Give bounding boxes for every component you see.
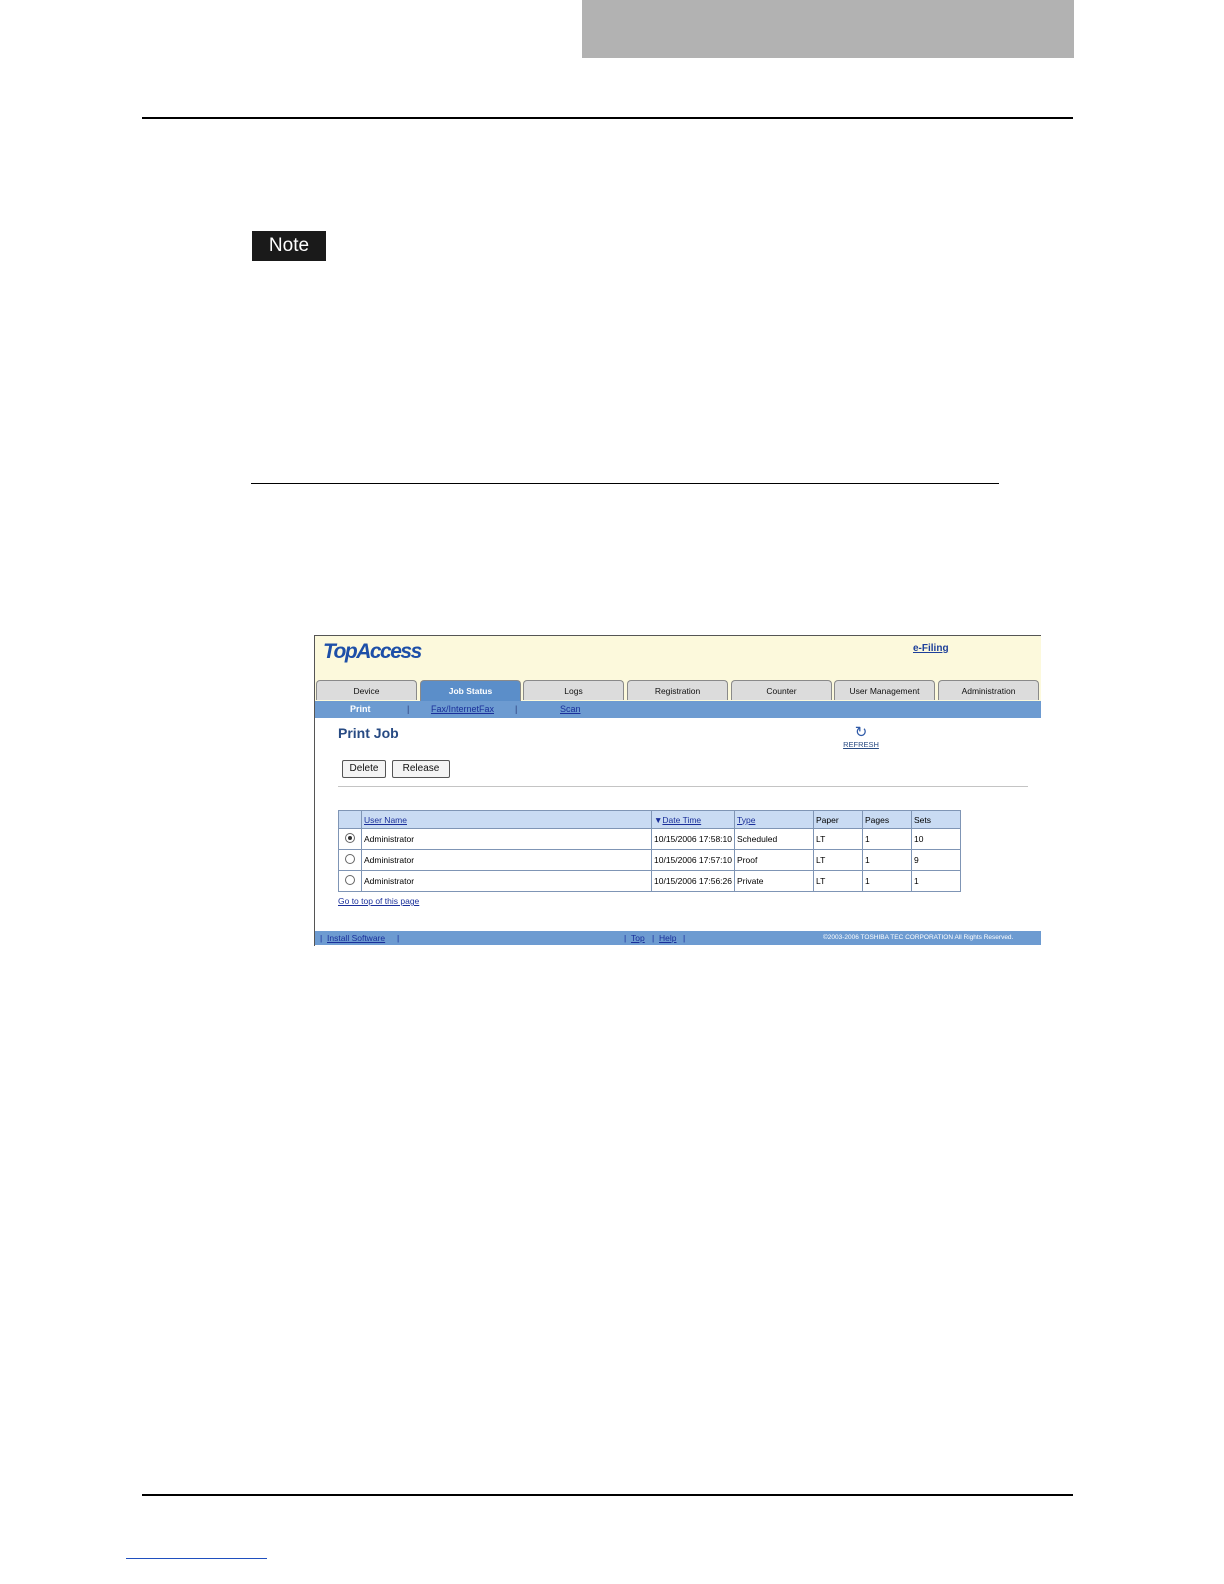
refresh-icon: ↻ xyxy=(854,724,868,741)
top-rule xyxy=(142,117,1073,119)
select-column-header xyxy=(338,810,362,829)
cell-paper: LT xyxy=(813,849,863,871)
subnav-scan[interactable]: Scan xyxy=(560,704,581,714)
delete-button[interactable]: Delete xyxy=(342,760,386,778)
refresh-button[interactable]: ↻ REFRESH xyxy=(841,724,881,749)
subnav-separator: | xyxy=(515,704,518,714)
cell-datetime: 10/15/2006 17:56:26 xyxy=(651,870,735,892)
tab-logs[interactable]: Logs xyxy=(523,680,624,700)
note-badge: Note xyxy=(252,231,326,261)
footer-separator: | xyxy=(397,933,400,943)
print-job-table: User Name ▼Date Time Type Paper Pages Se… xyxy=(338,810,961,892)
copyright-text: ©2003-2006 TOSHIBA TEC CORPORATION All R… xyxy=(823,934,1014,941)
sort-user-name-link[interactable]: User Name xyxy=(364,815,407,825)
install-software-link[interactable]: Install Software xyxy=(327,933,385,943)
subnav-fax[interactable]: Fax/InternetFax xyxy=(431,704,494,714)
cell-datetime: 10/15/2006 17:57:10 xyxy=(651,849,735,871)
sort-type-link[interactable]: Type xyxy=(737,815,755,825)
cell-paper: LT xyxy=(813,870,863,892)
cell-user: Administrator xyxy=(361,828,652,850)
row-select-cell[interactable] xyxy=(338,828,362,850)
cell-user: Administrator xyxy=(361,849,652,871)
column-header-type[interactable]: Type xyxy=(734,810,814,829)
footer-separator: | xyxy=(624,933,627,943)
row-radio[interactable] xyxy=(345,875,355,885)
cell-type: Private xyxy=(734,870,814,892)
cell-pages: 1 xyxy=(862,870,912,892)
bottom-rule xyxy=(142,1494,1073,1496)
header-grey-block xyxy=(582,0,1074,58)
sub-navigation: Print | Fax/InternetFax | Scan xyxy=(315,701,1041,718)
topaccess-logo: TopAccess xyxy=(323,640,422,663)
cell-sets: 1 xyxy=(911,870,961,892)
cell-user: Administrator xyxy=(361,870,652,892)
column-header-paper: Paper xyxy=(813,810,863,829)
footer-separator: | xyxy=(652,933,655,943)
cell-sets: 9 xyxy=(911,849,961,871)
footer-separator: | xyxy=(683,933,686,943)
content-divider xyxy=(338,786,1028,787)
footer-link-underline xyxy=(126,1558,267,1559)
section-divider xyxy=(251,483,999,484)
cell-type: Scheduled xyxy=(734,828,814,850)
row-radio[interactable] xyxy=(345,854,355,864)
cell-pages: 1 xyxy=(862,828,912,850)
table-header-row: User Name ▼Date Time Type Paper Pages Se… xyxy=(338,810,961,829)
release-button[interactable]: Release xyxy=(392,760,450,778)
column-header-pages: Pages xyxy=(862,810,912,829)
cell-sets: 10 xyxy=(911,828,961,850)
cell-paper: LT xyxy=(813,828,863,850)
banner: TopAccess e-Filing xyxy=(315,636,1041,680)
subnav-separator: | xyxy=(407,704,410,714)
row-select-cell[interactable] xyxy=(338,870,362,892)
tab-job-status[interactable]: Job Status xyxy=(420,680,521,702)
tab-device[interactable]: Device xyxy=(316,680,417,700)
sort-date-time-link[interactable]: Date Time xyxy=(662,815,701,825)
table-row[interactable]: Administrator 10/15/2006 17:56:26 Privat… xyxy=(338,870,961,892)
tab-counter[interactable]: Counter xyxy=(731,680,832,700)
cell-pages: 1 xyxy=(862,849,912,871)
footer-separator: | xyxy=(320,933,323,943)
tab-bar: Device Job Status Logs Registration Coun… xyxy=(315,680,1041,702)
cell-type: Proof xyxy=(734,849,814,871)
tab-administration[interactable]: Administration xyxy=(938,680,1039,700)
subnav-print[interactable]: Print xyxy=(350,704,371,714)
topaccess-screenshot: TopAccess e-Filing Device Job Status Log… xyxy=(314,635,1041,946)
table-row[interactable]: Administrator 10/15/2006 17:58:10 Schedu… xyxy=(338,828,961,850)
tab-registration[interactable]: Registration xyxy=(627,680,728,700)
column-header-date-time[interactable]: ▼Date Time xyxy=(651,810,735,829)
row-select-cell[interactable] xyxy=(338,849,362,871)
refresh-label: REFRESH xyxy=(843,740,879,749)
footer-top-link[interactable]: Top xyxy=(631,933,645,943)
footer-bar: | Install Software | | Top | Help | ©200… xyxy=(315,931,1041,945)
table-row[interactable]: Administrator 10/15/2006 17:57:10 Proof … xyxy=(338,849,961,871)
tab-user-management[interactable]: User Management xyxy=(834,680,935,700)
column-header-sets: Sets xyxy=(911,810,961,829)
footer-help-link[interactable]: Help xyxy=(659,933,676,943)
column-header-user-name[interactable]: User Name xyxy=(361,810,652,829)
row-radio[interactable] xyxy=(345,833,355,843)
cell-datetime: 10/15/2006 17:58:10 xyxy=(651,828,735,850)
efiling-link[interactable]: e-Filing xyxy=(913,643,949,654)
page-title: Print Job xyxy=(338,725,399,741)
go-to-top-link[interactable]: Go to top of this page xyxy=(338,896,419,906)
